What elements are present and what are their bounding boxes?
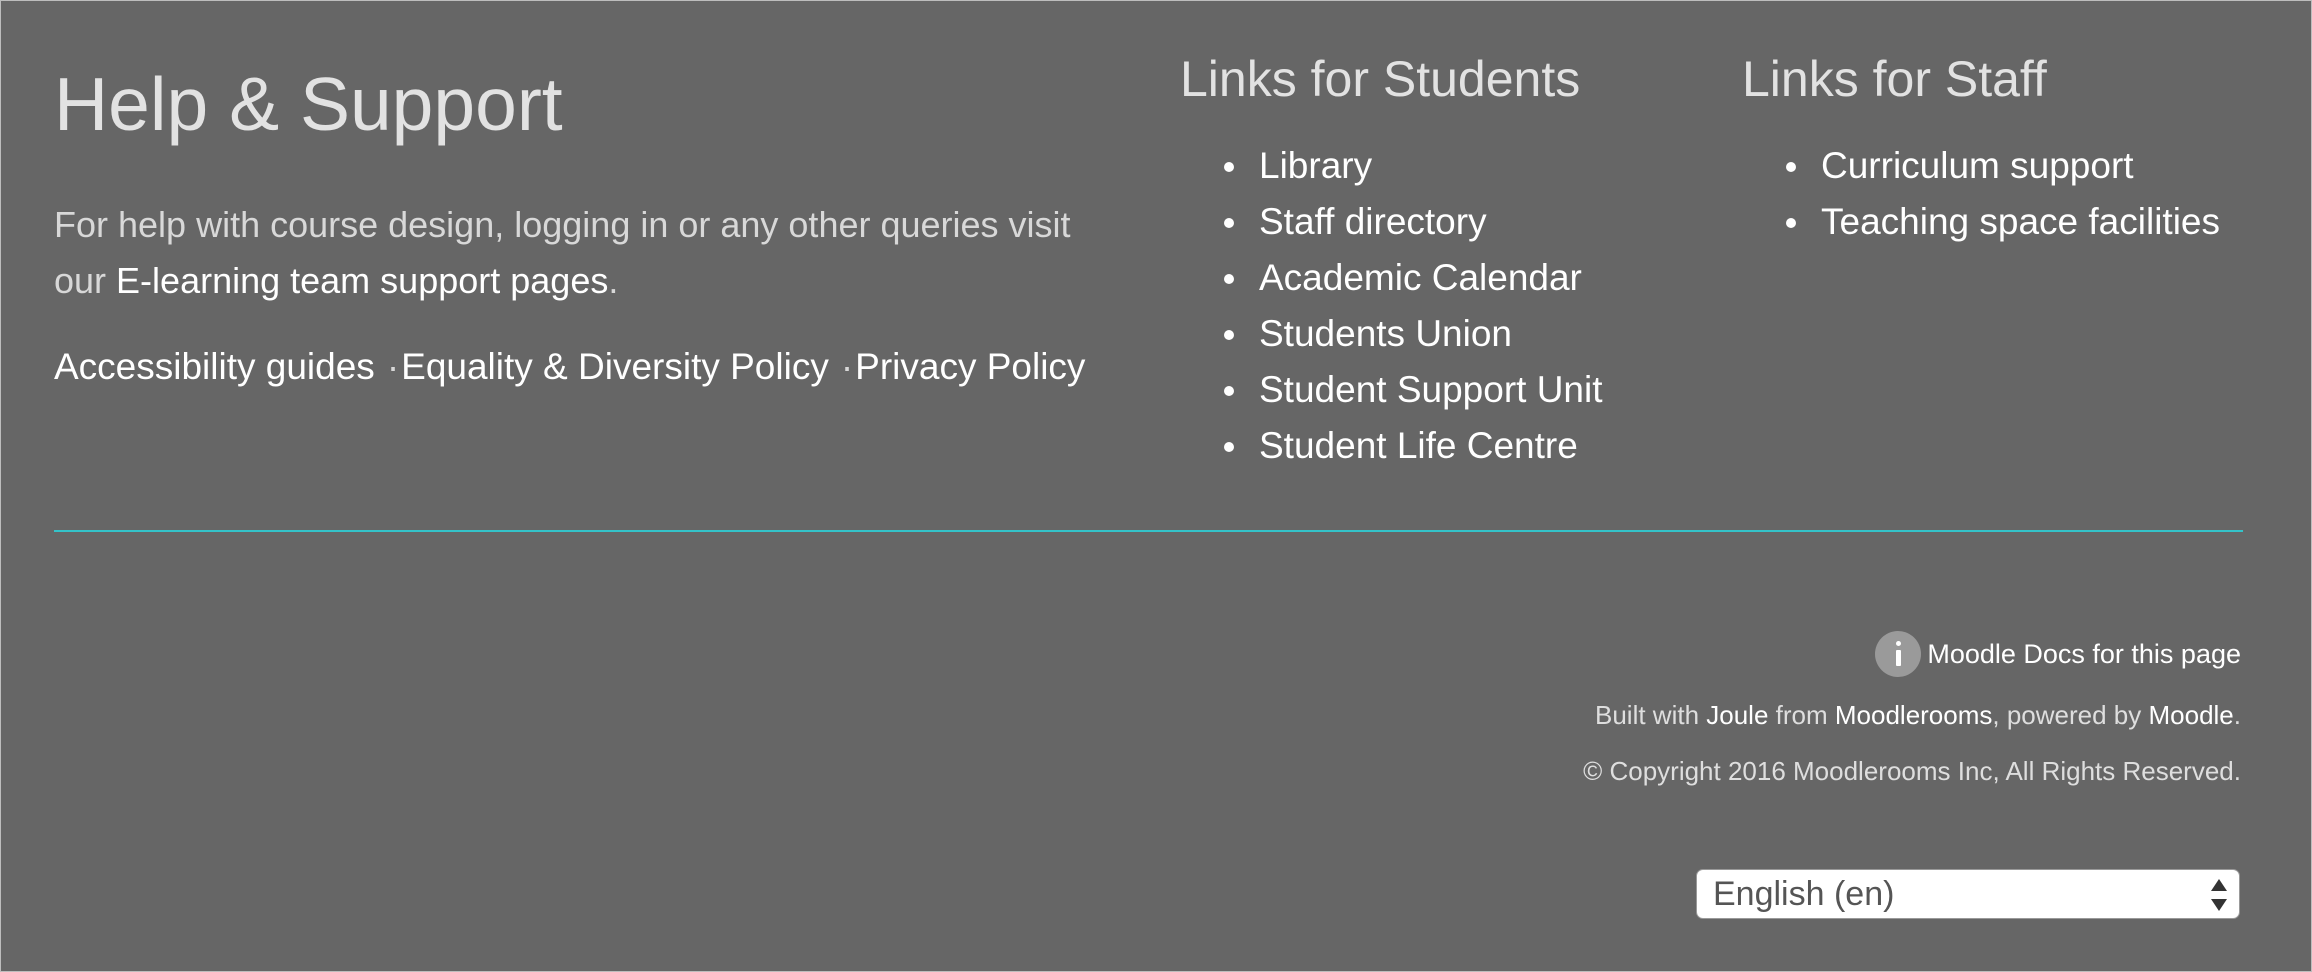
language-select[interactable]: English (en): [1696, 869, 2240, 919]
students-union-link[interactable]: Students Union: [1259, 313, 1512, 354]
moodle-docs-link[interactable]: Moodle Docs for this page: [1927, 639, 2241, 670]
list-item: Student Support Unit: [1180, 362, 1603, 418]
students-links-heading: Links for Students: [1180, 51, 1581, 107]
page-footer: Help & Support For help with course desi…: [0, 0, 2312, 972]
joule-link[interactable]: Joule: [1706, 700, 1768, 730]
list-item: Curriculum support: [1742, 138, 2220, 194]
moodle-link[interactable]: Moodle: [2148, 700, 2233, 730]
staff-links-list: Curriculum support Teaching space facili…: [1742, 138, 2220, 250]
student-life-centre-link[interactable]: Student Life Centre: [1259, 425, 1578, 466]
built-from: from: [1768, 700, 1835, 730]
elearning-support-link[interactable]: E-learning team support pages: [116, 260, 608, 301]
help-description: For help with course design, logging in …: [54, 197, 1114, 309]
policy-links: Accessibility guides ·Equality & Diversit…: [54, 342, 1085, 392]
curriculum-support-link[interactable]: Curriculum support: [1821, 145, 2134, 186]
teaching-space-facilities-link[interactable]: Teaching space facilities: [1821, 201, 2220, 242]
language-select-value: English (en): [1713, 874, 1895, 913]
list-item: Teaching space facilities: [1742, 194, 2220, 250]
equality-diversity-policy-link[interactable]: Equality & Diversity Policy: [401, 346, 829, 387]
moodle-docs-row: Moodle Docs for this page: [1875, 630, 2241, 678]
list-item: Staff directory: [1180, 194, 1603, 250]
info-icon[interactable]: [1875, 631, 1922, 677]
students-links-list: Library Staff directory Academic Calenda…: [1180, 138, 1603, 474]
accessibility-guides-link[interactable]: Accessibility guides: [54, 346, 375, 387]
link-separator: ·: [386, 346, 400, 387]
staff-directory-link[interactable]: Staff directory: [1259, 201, 1487, 242]
library-link[interactable]: Library: [1259, 145, 1372, 186]
list-item: Student Life Centre: [1180, 418, 1603, 474]
copyright-text: © Copyright 2016 Moodlerooms Inc, All Ri…: [1583, 756, 2241, 786]
student-support-unit-link[interactable]: Student Support Unit: [1259, 369, 1603, 410]
built-suffix: .: [2233, 700, 2241, 730]
academic-calendar-link[interactable]: Academic Calendar: [1259, 257, 1582, 298]
privacy-policy-link[interactable]: Privacy Policy: [855, 346, 1085, 387]
staff-links-heading: Links for Staff: [1742, 51, 2047, 107]
select-arrows-icon: [2211, 879, 2227, 911]
help-support-title: Help & Support: [54, 62, 563, 146]
list-item: Academic Calendar: [1180, 250, 1603, 306]
list-item: Library: [1180, 138, 1603, 194]
built-prefix: Built with: [1595, 700, 1707, 730]
built-with-text: Built with Joule from Moodlerooms, power…: [1595, 697, 2241, 733]
help-text-after: .: [608, 260, 619, 301]
link-separator: ·: [840, 346, 854, 387]
built-powered: , powered by: [1992, 700, 2149, 730]
list-item: Students Union: [1180, 306, 1603, 362]
footer-divider: [54, 530, 2243, 532]
moodlerooms-link[interactable]: Moodlerooms: [1835, 700, 1993, 730]
